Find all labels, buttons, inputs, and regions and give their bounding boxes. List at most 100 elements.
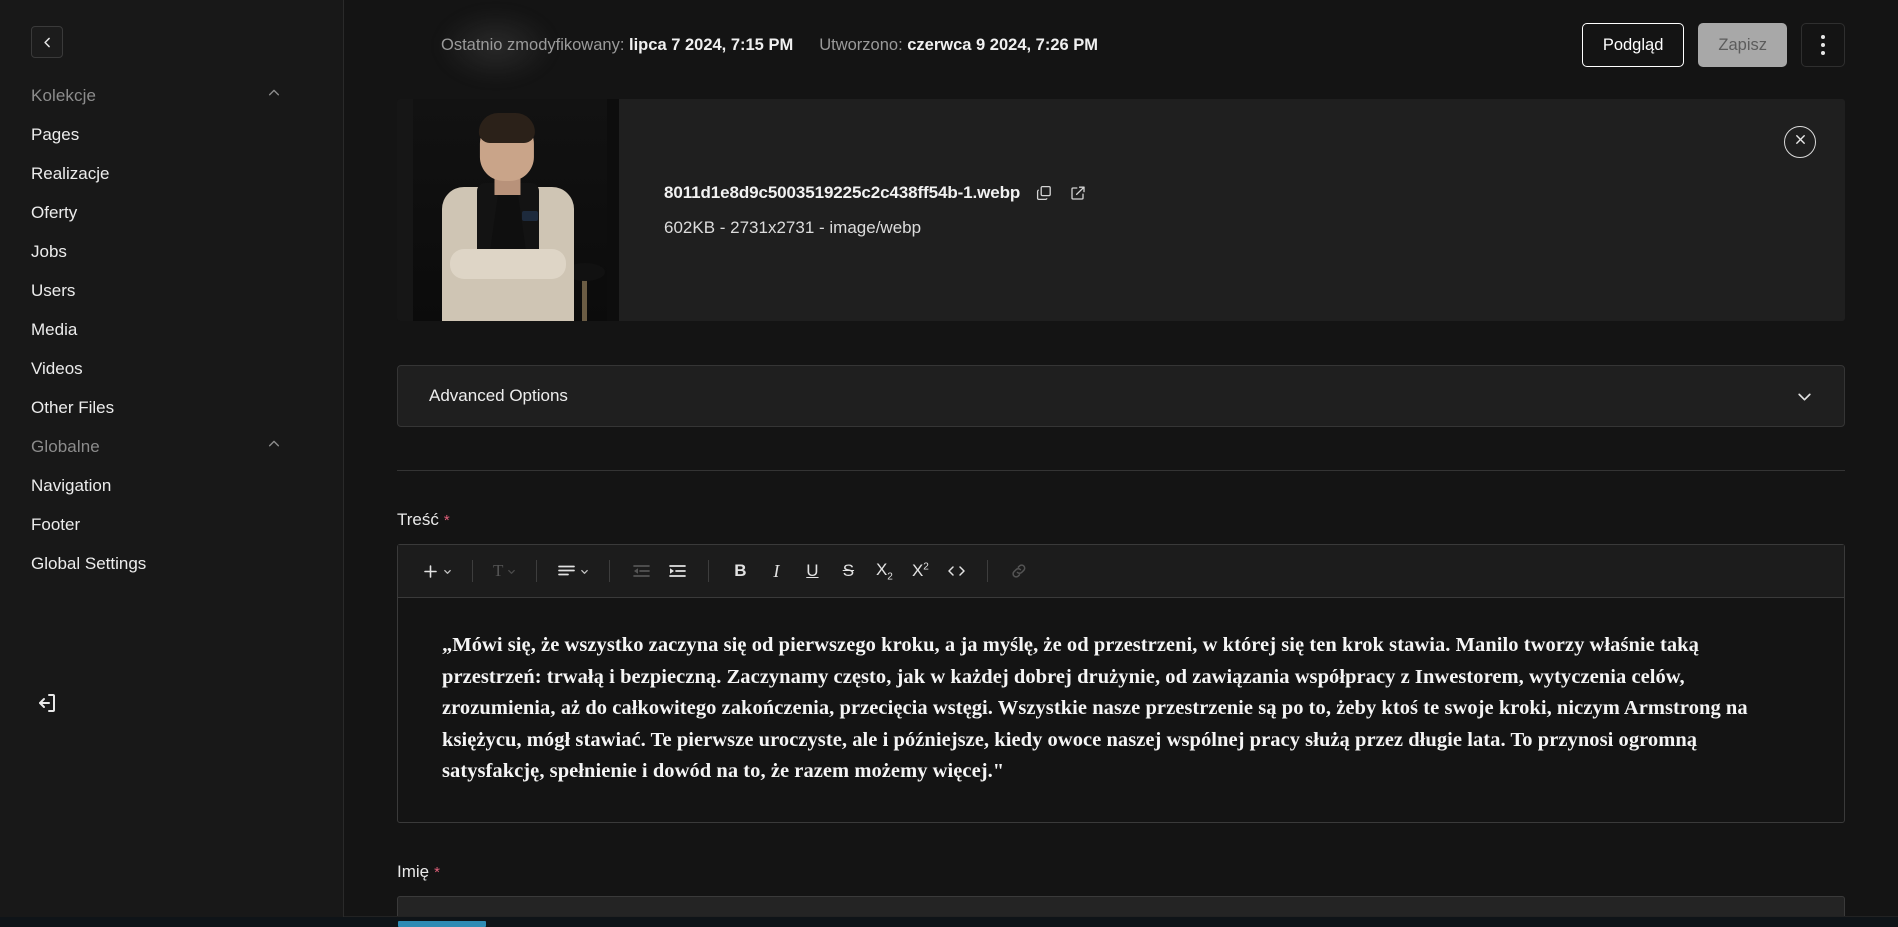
created-value: czerwca 9 2024, 7:26 PM xyxy=(907,35,1099,54)
link-icon xyxy=(1010,563,1028,579)
advanced-options-label: Advanced Options xyxy=(429,386,568,405)
sidebar-item-label: Global Settings xyxy=(31,554,147,573)
plus-icon xyxy=(422,563,439,580)
app-root: Kolekcje Pages Realizacje Oferty Jobs Us… xyxy=(0,0,1898,927)
chevron-down-icon xyxy=(1796,388,1813,405)
sidebar-item-footer[interactable]: Footer xyxy=(0,505,343,544)
file-preview-card: 8011d1e8d9c5003519225c2c438ff54b-1.webp xyxy=(397,99,1845,321)
subscript-button[interactable]: X2 xyxy=(867,554,901,588)
logout-icon xyxy=(35,691,59,720)
more-options-button[interactable] xyxy=(1801,23,1845,67)
file-meta: 602KB - 2731x2731 - image/webp xyxy=(664,217,922,237)
file-thumbnail[interactable] xyxy=(397,99,619,321)
sidebar-item-label: Jobs xyxy=(31,242,67,261)
sidebar-nav: Kolekcje Pages Realizacje Oferty Jobs Us… xyxy=(0,0,343,583)
sidebar-item-global-settings[interactable]: Global Settings xyxy=(0,544,343,583)
name-field-label: Imię * xyxy=(397,862,1845,882)
sidebar-item-realizacje[interactable]: Realizacje xyxy=(0,154,343,193)
document-meta: Ostatnio zmodyfikowany: lipca 7 2024, 7:… xyxy=(441,36,1098,55)
indent-icon xyxy=(668,563,687,579)
sidebar-group-title: Kolekcje xyxy=(31,85,97,105)
last-modified-label: Ostatnio zmodyfikowany: xyxy=(441,35,625,54)
header-actions: Podgląd Zapisz xyxy=(1581,23,1845,67)
file-info: 8011d1e8d9c5003519225c2c438ff54b-1.webp xyxy=(619,99,1845,321)
sidebar-item-label: Media xyxy=(31,320,78,339)
sidebar-item-users[interactable]: Users xyxy=(0,271,343,310)
rich-text-editor: T B I U S X2 X2 „Mówi się, że wszystko z… xyxy=(397,544,1845,823)
sidebar: Kolekcje Pages Realizacje Oferty Jobs Us… xyxy=(0,0,344,927)
outdent-button[interactable] xyxy=(624,554,658,588)
remove-file-button[interactable] xyxy=(1784,126,1816,158)
text-style-button[interactable]: T xyxy=(487,554,522,588)
more-vertical-icon-dot xyxy=(1821,35,1825,39)
sidebar-item-pages[interactable]: Pages xyxy=(0,115,343,154)
portrait-photo xyxy=(397,99,619,321)
sidebar-item-label: Other Files xyxy=(31,398,115,417)
toolbar-separator xyxy=(472,560,473,582)
subscript-icon: X2 xyxy=(875,559,893,583)
toolbar-separator xyxy=(536,560,538,582)
chevron-down-icon xyxy=(581,569,589,574)
sidebar-group-globalne[interactable]: Globalne xyxy=(0,427,343,466)
created-label: Utworzono: xyxy=(819,35,903,54)
preview-button[interactable]: Podgląd xyxy=(1581,23,1685,67)
sidebar-item-label: Pages xyxy=(31,125,80,144)
more-vertical-icon-dot xyxy=(1821,51,1825,55)
toolbar-separator xyxy=(609,560,611,582)
logout-button[interactable] xyxy=(30,688,64,722)
document-body: 8011d1e8d9c5003519225c2c438ff54b-1.webp xyxy=(344,90,1898,927)
sidebar-collapse-button[interactable] xyxy=(31,26,63,58)
required-marker: * xyxy=(443,512,450,529)
chevron-up-icon xyxy=(267,437,281,456)
underline-button[interactable]: U xyxy=(795,554,829,588)
sidebar-group-title: Globalne xyxy=(31,436,100,456)
sidebar-item-navigation[interactable]: Navigation xyxy=(0,466,343,505)
sidebar-item-label: Oferty xyxy=(31,203,78,222)
link-button[interactable] xyxy=(1002,554,1036,588)
content-field-section: Treść * T B I U S X2 X2 „Mówi się, że ws… xyxy=(344,510,1898,823)
editor-toolbar: T B I U S X2 X2 xyxy=(398,545,1844,598)
outdent-icon xyxy=(632,563,651,579)
align-button[interactable] xyxy=(551,554,595,588)
sidebar-item-label: Users xyxy=(31,281,76,300)
chevron-up-icon xyxy=(267,86,281,105)
insert-block-button[interactable] xyxy=(416,554,458,588)
bold-button[interactable]: B xyxy=(723,554,757,588)
edit-external-icon[interactable] xyxy=(1068,183,1088,203)
superscript-icon: X2 xyxy=(911,561,929,580)
superscript-button[interactable]: X2 xyxy=(903,554,937,588)
advanced-options-accordion[interactable]: Advanced Options xyxy=(397,365,1845,427)
text-style-icon: T xyxy=(493,561,504,580)
chevron-down-icon xyxy=(444,569,451,574)
section-divider xyxy=(397,470,1845,471)
file-name-row: 8011d1e8d9c5003519225c2c438ff54b-1.webp xyxy=(664,183,1845,203)
file-name: 8011d1e8d9c5003519225c2c438ff54b-1.webp xyxy=(664,182,1021,202)
close-icon xyxy=(1794,133,1807,151)
save-button[interactable]: Zapisz xyxy=(1698,23,1787,67)
indent-button[interactable] xyxy=(660,554,694,588)
code-icon xyxy=(947,563,966,579)
sidebar-item-videos[interactable]: Videos xyxy=(0,349,343,388)
sidebar-item-other-files[interactable]: Other Files xyxy=(0,388,343,427)
last-modified-value: lipca 7 2024, 7:15 PM xyxy=(629,35,794,54)
bottom-taskbar-strip xyxy=(0,917,1898,927)
toolbar-separator xyxy=(708,560,710,582)
sidebar-item-oferty[interactable]: Oferty xyxy=(0,193,343,232)
editor-paragraph: „Mówi się, że wszystko zaczyna się od pi… xyxy=(442,634,1748,782)
sidebar-item-label: Videos xyxy=(31,359,83,378)
copy-icon[interactable] xyxy=(1034,183,1054,203)
strikethrough-button[interactable]: S xyxy=(831,554,865,588)
document-header: Ostatnio zmodyfikowany: lipca 7 2024, 7:… xyxy=(344,0,1898,90)
sidebar-group-kolekcje[interactable]: Kolekcje xyxy=(0,76,343,115)
editor-content-area[interactable]: „Mówi się, że wszystko zaczyna się od pi… xyxy=(398,598,1844,822)
sidebar-item-media[interactable]: Media xyxy=(0,310,343,349)
sidebar-item-label: Footer xyxy=(31,515,81,534)
last-modified-meta: Ostatnio zmodyfikowany: lipca 7 2024, 7:… xyxy=(441,36,793,55)
created-meta: Utworzono: czerwca 9 2024, 7:26 PM xyxy=(819,36,1098,55)
main-content: Ostatnio zmodyfikowany: lipca 7 2024, 7:… xyxy=(344,0,1898,927)
toolbar-separator xyxy=(987,560,989,582)
align-left-icon xyxy=(557,563,576,579)
code-button[interactable] xyxy=(939,554,973,588)
sidebar-item-jobs[interactable]: Jobs xyxy=(0,232,343,271)
italic-button[interactable]: I xyxy=(759,554,793,588)
